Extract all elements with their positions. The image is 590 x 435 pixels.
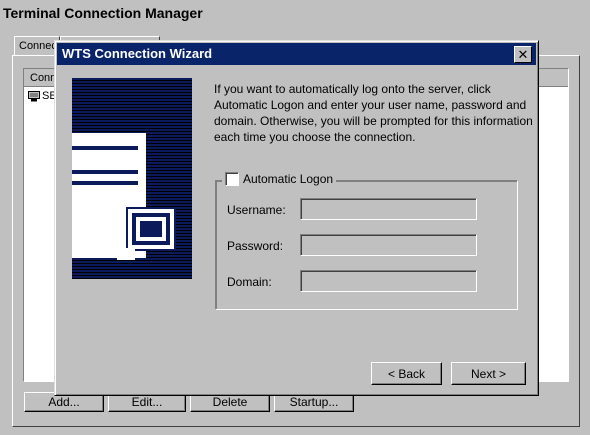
- wts-connection-wizard-dialog: WTS Connection Wizard ✕ If you want to a…: [54, 40, 539, 396]
- add-button-label: Add...: [48, 395, 80, 409]
- back-button-label: < Back: [387, 366, 426, 381]
- dialog-title: WTS Connection Wizard: [62, 46, 213, 61]
- username-label: Username:: [227, 203, 286, 217]
- back-button[interactable]: < Back: [371, 362, 442, 385]
- domain-field[interactable]: [300, 270, 477, 292]
- column-header-label: Conn: [30, 72, 57, 84]
- dialog-titlebar[interactable]: WTS Connection Wizard ✕: [57, 43, 536, 65]
- password-label: Password:: [227, 239, 284, 253]
- next-button[interactable]: Next >: [451, 362, 526, 385]
- next-button-label: Next >: [470, 366, 506, 381]
- window-title: Terminal Connection Manager: [3, 5, 203, 21]
- terminal-wizard-graphic: [72, 78, 192, 279]
- domain-label: Domain:: [227, 275, 272, 289]
- tab-connections-label: Connec: [19, 40, 57, 52]
- list-item[interactable]: SE: [28, 90, 57, 102]
- username-field[interactable]: [300, 198, 477, 220]
- computer-icon: [28, 90, 40, 101]
- edit-button-label: Edit...: [131, 395, 163, 409]
- delete-button-label: Delete: [212, 395, 248, 409]
- startup-button-label: Startup...: [289, 395, 339, 409]
- automatic-logon-checkbox[interactable]: [225, 172, 239, 186]
- password-field[interactable]: [300, 234, 477, 256]
- close-icon: ✕: [517, 47, 529, 62]
- close-button[interactable]: ✕: [514, 46, 532, 63]
- wizard-instructions: If you want to automatically log onto th…: [214, 82, 533, 144]
- automatic-logon-option[interactable]: Automatic Logon: [222, 172, 337, 186]
- automatic-logon-label: Automatic Logon: [243, 172, 334, 186]
